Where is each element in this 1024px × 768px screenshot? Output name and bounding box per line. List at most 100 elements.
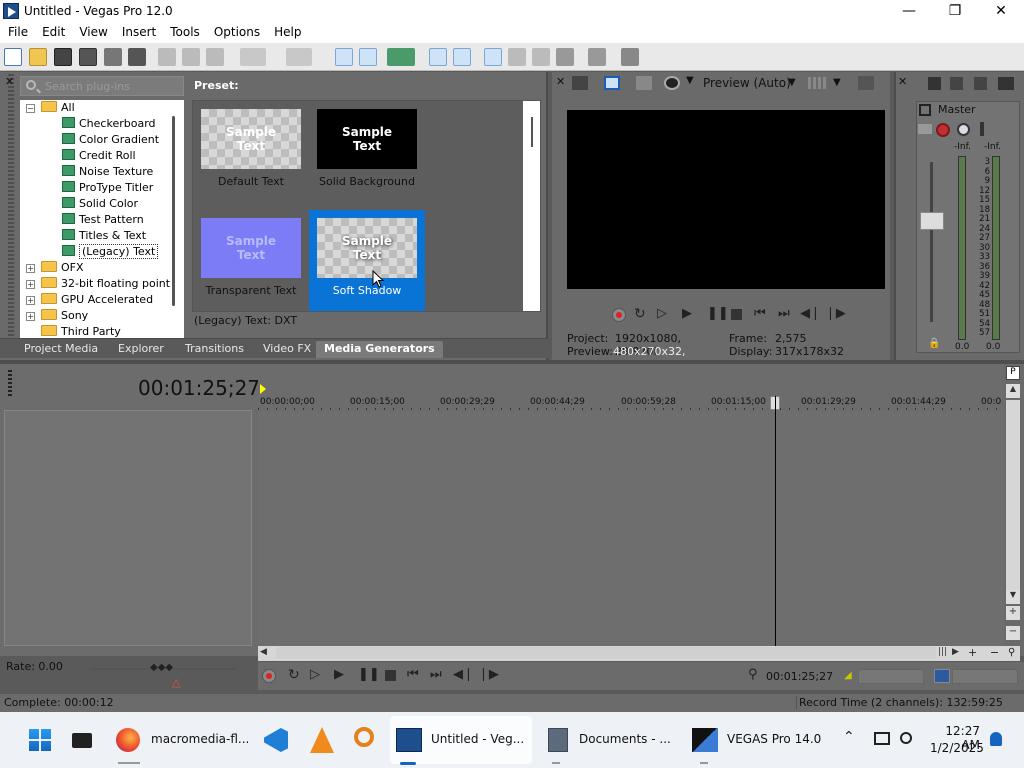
selection-length-field[interactable]	[952, 669, 1018, 684]
tree-item-checkerboard[interactable]: Checkerboard	[62, 116, 156, 132]
menu-options[interactable]: Options	[214, 23, 260, 39]
whats-this-help-icon[interactable]	[621, 48, 639, 66]
volume-icon[interactable]	[900, 732, 912, 744]
next-frame-button[interactable]: ❘▶	[825, 306, 846, 321]
preview-fx-icon[interactable]	[636, 76, 652, 90]
go-to-start-button[interactable]: ⏮	[407, 667, 419, 682]
taskbar-item-firefox[interactable]: macromedia-fl...	[151, 732, 249, 746]
h-scroll-thumb[interactable]	[276, 647, 936, 659]
lock-icon[interactable]: 🔒	[928, 338, 940, 349]
tree-item-solid-color[interactable]: Solid Color	[62, 196, 138, 212]
document-icon[interactable]	[548, 728, 568, 752]
network-icon[interactable]	[874, 732, 890, 745]
windows-start-icon[interactable]	[29, 729, 51, 751]
enable-snapping-icon[interactable]	[335, 48, 353, 66]
tree-item-color-gradient[interactable]: Color Gradient	[62, 132, 159, 148]
open-icon[interactable]	[29, 48, 47, 66]
menu-tools[interactable]: Tools	[170, 23, 200, 39]
menu-view[interactable]: View	[79, 23, 107, 39]
record-button[interactable]	[262, 669, 276, 683]
ignore-grouping-icon[interactable]	[453, 48, 471, 66]
play-button[interactable]: ▶	[682, 306, 692, 321]
tree-item-credit-roll[interactable]: Credit Roll	[62, 148, 136, 164]
menu-insert[interactable]: Insert	[122, 23, 156, 39]
ripple-edit-icon[interactable]	[387, 48, 415, 66]
v-scroll-track[interactable]	[1006, 400, 1020, 590]
go-to-start-button[interactable]: ⏮	[754, 306, 766, 321]
envelope-tool-icon[interactable]	[508, 48, 526, 66]
scroll-up-icon[interactable]: ▲	[1006, 384, 1020, 398]
loop-playback-button[interactable]: ↻	[288, 667, 300, 683]
zoom-in-horizontal-icon[interactable]: +	[968, 646, 977, 659]
tree-item-titles-text[interactable]: Titles & Text	[62, 228, 146, 244]
taskbar-item-vegas14[interactable]: VEGAS Pro 14.0	[727, 732, 821, 746]
tab-media-generators[interactable]: Media Generators	[316, 341, 443, 358]
vlc-icon[interactable]	[310, 727, 334, 753]
h-scroll-grip[interactable]: |||	[938, 647, 947, 657]
tab-video-fx[interactable]: Video FX	[255, 341, 319, 358]
marker-toggle-icon[interactable]: P	[1006, 366, 1020, 380]
auto-crossfade-icon[interactable]	[359, 48, 377, 66]
close-mixer-icon[interactable]: ✕	[898, 75, 907, 88]
lock-envelopes-icon[interactable]	[429, 48, 447, 66]
taskbar-item-documents[interactable]: Documents - ...	[579, 732, 671, 746]
save-as-icon[interactable]	[79, 48, 97, 66]
tree-item-gpu[interactable]: + GPU Accelerated	[26, 292, 153, 308]
split-dropdown-icon[interactable]: ▼	[686, 75, 694, 86]
plugin-tree[interactable]: − All Checkerboard Color Gradient Credit …	[20, 100, 184, 338]
track-list[interactable]	[4, 410, 252, 646]
previous-frame-button[interactable]: ◀❘	[453, 667, 474, 682]
pause-button[interactable]: ❚❚	[358, 667, 380, 682]
stop-button[interactable]	[385, 670, 396, 681]
dim-output-icon[interactable]	[974, 77, 987, 90]
track-list-grip[interactable]	[8, 370, 12, 398]
preset-scrollbar[interactable]	[523, 101, 540, 311]
mixer-properties-icon[interactable]	[928, 77, 941, 90]
properties-icon[interactable]	[128, 48, 146, 66]
preset-transparent-text[interactable]: Sample Text Transparent Text	[193, 210, 309, 311]
save-icon[interactable]	[54, 48, 72, 66]
clock-date[interactable]: 1/2/2025	[930, 741, 984, 755]
tree-item-all[interactable]: − All	[26, 100, 75, 116]
paste-icon[interactable]	[206, 48, 224, 66]
tab-project-media[interactable]: Project Media	[16, 341, 106, 358]
close-icon[interactable]: ✕	[978, 0, 1024, 23]
new-icon[interactable]	[4, 48, 22, 66]
master-volume-fader[interactable]	[920, 212, 944, 230]
selection-start-field[interactable]	[858, 669, 924, 684]
tree-item-legacy-text[interactable]: (Legacy) Text	[62, 244, 159, 260]
scroll-down-icon[interactable]: ▼	[1006, 590, 1020, 604]
zoom-out-vertical-icon[interactable]: −	[1006, 626, 1020, 640]
tree-item-sony[interactable]: + Sony	[26, 308, 88, 324]
close-preview-icon[interactable]: ✕	[556, 75, 565, 88]
vegas14-icon[interactable]	[692, 728, 718, 752]
firefox-icon[interactable]	[116, 728, 140, 752]
pause-button[interactable]: ❚❚	[707, 306, 729, 321]
vegas-icon[interactable]	[396, 728, 422, 752]
cursor-time[interactable]: 00:01:25;27	[766, 670, 833, 683]
normal-edit-tool-icon[interactable]	[484, 48, 502, 66]
mute-icon[interactable]	[957, 123, 970, 136]
redo-icon[interactable]	[286, 48, 312, 66]
stop-button[interactable]	[731, 309, 742, 320]
split-screen-icon[interactable]	[664, 76, 680, 90]
chevron-up-icon[interactable]: ⌃	[843, 729, 855, 745]
record-button[interactable]	[612, 308, 626, 322]
tree-item-32bit[interactable]: +32-bit floating point	[26, 276, 170, 292]
preset-solid-background[interactable]: Sample Text Solid Background	[309, 101, 425, 203]
quality-dropdown-arrow-icon[interactable]: ▼	[788, 77, 796, 88]
previous-frame-button[interactable]: ◀❘	[800, 306, 821, 321]
tree-item-noise-texture[interactable]: Noise Texture	[62, 164, 153, 180]
scroll-left-icon[interactable]: ◀	[260, 647, 267, 657]
overlays-icon[interactable]	[808, 77, 826, 89]
tree-item-test-pattern[interactable]: Test Pattern	[62, 212, 144, 228]
menu-file[interactable]: File	[8, 23, 28, 39]
tree-item-ofx[interactable]: + OFX	[26, 260, 84, 276]
preview-settings-icon[interactable]	[572, 76, 588, 90]
copy-icon[interactable]	[182, 48, 200, 66]
search-input[interactable]: Search plug-ins	[20, 76, 184, 96]
meter-settings-icon[interactable]	[998, 77, 1014, 90]
preview-quality-dropdown[interactable]: Preview (Auto)	[703, 76, 791, 90]
vscode-icon[interactable]	[264, 728, 288, 752]
downmix-icon[interactable]	[950, 77, 963, 90]
